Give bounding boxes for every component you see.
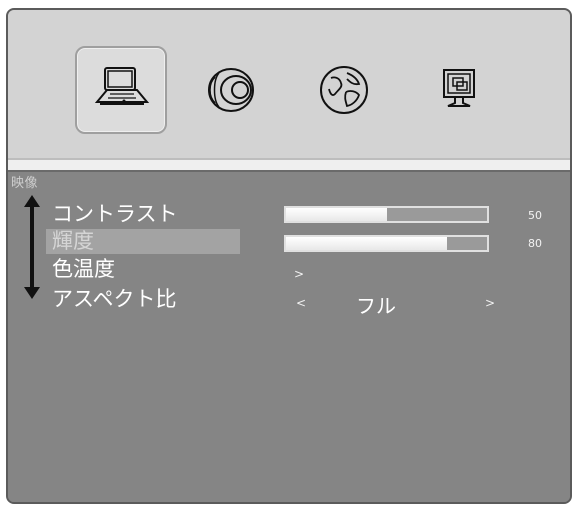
up-down-arrow-icon xyxy=(24,195,40,299)
brightness-slider[interactable] xyxy=(284,235,489,252)
menu-item-color-temperature[interactable]: 色温度 xyxy=(52,257,115,281)
speaker-icon xyxy=(208,68,254,112)
tab-display[interactable] xyxy=(413,46,505,134)
monitor-icon xyxy=(443,69,475,107)
contrast-slider[interactable] xyxy=(284,206,489,223)
tab-audio[interactable] xyxy=(185,46,277,134)
aspect-ratio-value: フル xyxy=(356,294,396,318)
header-divider xyxy=(8,158,570,172)
menu-item-contrast[interactable]: コントラスト xyxy=(52,202,178,226)
brightness-slider-fill xyxy=(286,237,447,250)
laptop-icon xyxy=(94,67,150,105)
contrast-value: 50 xyxy=(528,209,542,222)
globe-icon xyxy=(320,66,368,114)
menu-tab-bar xyxy=(8,10,570,158)
menu-item-brightness[interactable]: 輝度 xyxy=(46,229,240,254)
contrast-slider-fill xyxy=(286,208,387,221)
menu-item-aspect-ratio[interactable]: アスペクト比 xyxy=(52,287,177,311)
osd-menu-window xyxy=(6,8,572,504)
aspect-right-arrow[interactable]: > xyxy=(485,296,495,310)
tab-setup[interactable] xyxy=(298,46,390,134)
color-temperature-arrow[interactable]: > xyxy=(294,267,304,281)
brightness-value: 80 xyxy=(528,237,542,250)
section-title: 映像 xyxy=(11,176,39,191)
aspect-left-arrow[interactable]: < xyxy=(296,296,306,310)
tab-picture[interactable] xyxy=(75,46,167,134)
